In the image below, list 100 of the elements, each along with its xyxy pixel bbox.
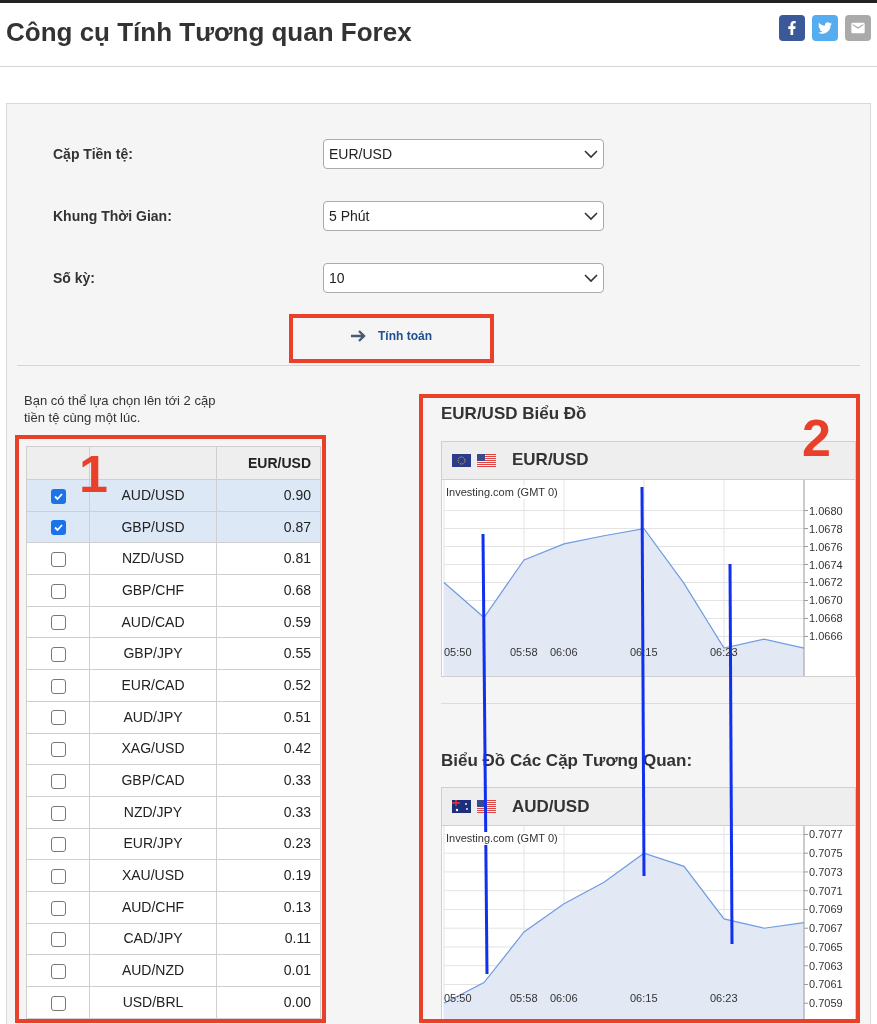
table-cell: AUD/CHF (89, 891, 217, 924)
row-checkbox[interactable] (50, 995, 66, 1011)
chevron-down-icon (584, 149, 598, 159)
table-cell: XAU/USD (89, 859, 217, 892)
chart-pair-title: AUD/USD (512, 795, 590, 818)
envelope-icon (850, 20, 866, 36)
y-axis-label: 0.7075 (809, 847, 843, 860)
row-checkbox[interactable] (50, 520, 66, 536)
x-axis-label: 05:50 (444, 645, 472, 659)
eu-flag-icon (452, 453, 471, 467)
australia-flag-icon (452, 800, 471, 813)
y-axis-label: 0.7065 (809, 941, 843, 953)
table-cell: GBP/CHF (89, 574, 217, 607)
dropdown-select[interactable]: EUR/USD (323, 139, 604, 169)
y-axis-label: 0.7061 (809, 978, 843, 991)
row-checkbox[interactable] (50, 932, 66, 948)
x-axis-label: 05:50 (444, 992, 472, 1005)
y-axis-label: 0.7071 (809, 884, 843, 897)
table-cell: 0.55 (216, 637, 321, 670)
table-cell: 0.11 (216, 923, 321, 955)
x-axis-label: 06:23 (710, 992, 738, 1005)
table-cell: NZD/JPY (89, 796, 217, 829)
row-checkbox[interactable] (50, 900, 66, 916)
row-checkbox[interactable] (50, 868, 66, 884)
table-cell: GBP/USD (89, 511, 217, 543)
table-cell: 0.13 (216, 891, 321, 924)
y-axis-label: 0.7073 (809, 865, 843, 878)
email-share-button[interactable] (845, 15, 871, 41)
x-axis-label: 05:58 (510, 992, 538, 1005)
row-checkbox[interactable] (50, 710, 66, 726)
y-axis-label: 0.7059 (809, 997, 843, 1010)
table-cell: 0.87 (216, 511, 321, 543)
y-axis-label: 0.7069 (809, 903, 843, 916)
table-cell: 0.59 (216, 606, 321, 638)
table-cell: EUR/CAD (89, 669, 217, 702)
y-axis-label: 1.0678 (809, 522, 843, 535)
table-cell: 0.68 (216, 574, 321, 607)
row-checkbox[interactable] (50, 583, 66, 599)
row-checkbox[interactable] (50, 552, 66, 567)
y-axis-label: 1.0680 (809, 504, 843, 517)
table-cell: 0.52 (216, 669, 321, 702)
row-checkbox[interactable] (50, 963, 66, 979)
table-cell: USD/BRL (89, 986, 217, 1019)
y-axis-label: 0.7063 (809, 959, 843, 972)
y-axis-label: 1.0670 (809, 594, 843, 606)
chart-source-label: Investing.com (GMT 0) (446, 485, 558, 499)
table-cell: GBP/JPY (89, 637, 217, 670)
calculate-button[interactable]: Tính toán (340, 319, 442, 353)
chart-source-label: Investing.com (GMT 0) (446, 832, 558, 845)
table-cell: NZD/USD (89, 542, 217, 575)
chevron-down-icon (584, 273, 598, 283)
arrow-right-icon (350, 329, 368, 343)
row-checkbox[interactable] (50, 615, 66, 631)
x-axis-label: 06:06 (550, 645, 578, 659)
table-cell: XAG/USD (89, 733, 217, 765)
row-checkbox[interactable] (50, 742, 66, 758)
facebook-icon (785, 21, 799, 35)
field-label: Cặp Tiền tệ: (53, 144, 134, 164)
table-cell: GBP/CAD (89, 764, 217, 797)
check-icon (52, 522, 64, 534)
chart-pair-title: EUR/USD (512, 449, 589, 472)
x-axis-label: 06:15 (630, 992, 658, 1005)
table-cell: 0.19 (216, 859, 321, 892)
selection-hint: Bạn có thể lựa chọn lên tới 2 cặp tiền tệ cùng một lúc. (24, 392, 217, 426)
row-checkbox[interactable] (50, 678, 66, 694)
y-axis-label: 1.0674 (809, 558, 843, 570)
y-axis-label: 0.7077 (809, 828, 843, 841)
table-cell: 0.33 (216, 796, 321, 829)
row-checkbox[interactable] (50, 647, 66, 663)
field-label: Khung Thời Gian: (53, 206, 173, 226)
y-axis-label: 1.0668 (809, 611, 843, 624)
facebook-share-button[interactable] (779, 15, 805, 41)
y-axis-label: 1.0676 (809, 540, 843, 553)
table-cell: EUR/JPY (89, 828, 217, 860)
y-axis-label: 1.0666 (809, 629, 843, 642)
row-checkbox[interactable] (50, 805, 66, 821)
row-checkbox[interactable] (50, 488, 66, 504)
column-header[interactable]: EUR/USD (216, 446, 321, 480)
table-cell: AUD/NZD (89, 954, 217, 987)
chevron-down-icon (584, 211, 598, 221)
y-axis-label: 0.7067 (809, 922, 843, 935)
annotation-number: 2 (802, 412, 831, 464)
field-label: Số kỳ: (53, 268, 96, 288)
twitter-share-button[interactable] (812, 15, 838, 41)
x-axis-label: 06:06 (550, 992, 578, 1005)
dropdown-select[interactable]: 5 Phút (323, 201, 604, 231)
dropdown-select[interactable]: 10 (323, 263, 604, 293)
us-flag-icon (477, 453, 496, 467)
table-cell: AUD/JPY (89, 701, 217, 733)
row-checkbox[interactable] (50, 837, 66, 853)
y-axis-label: 1.0672 (809, 576, 843, 588)
row-checkbox[interactable] (50, 773, 66, 789)
chart-section-title: EUR/USD Biểu Đồ (441, 403, 588, 425)
table-cell: 0.90 (216, 479, 321, 512)
table-cell: 0.01 (216, 954, 321, 987)
table-cell: 0.00 (216, 986, 321, 1019)
table-cell: AUD/CAD (89, 606, 217, 638)
table-cell: CAD/JPY (89, 923, 217, 955)
x-axis-label: 05:58 (510, 645, 538, 659)
table-cell: 0.23 (216, 828, 321, 860)
